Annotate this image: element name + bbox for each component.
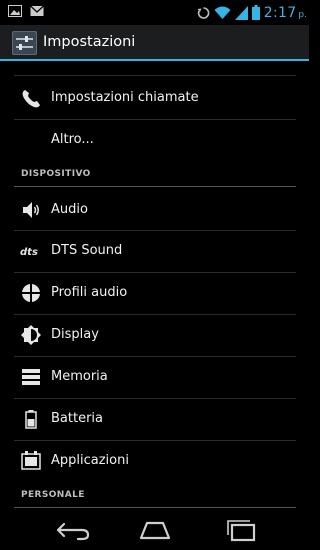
section-header-device: DISPOSITIVO — [21, 169, 91, 179]
divider — [14, 75, 296, 76]
wifi-icon — [214, 6, 231, 19]
list-item-audio-profiles[interactable]: Profili audio — [0, 272, 309, 314]
image-notification-icon — [8, 5, 22, 17]
item-label: Altro... — [51, 132, 94, 147]
storage-icon — [22, 369, 40, 385]
list-item-more[interactable]: Altro... — [0, 119, 309, 161]
brightness-icon — [21, 325, 41, 345]
recent-apps-icon[interactable] — [222, 518, 262, 542]
clock-time: 2:17 — [263, 4, 297, 21]
item-label: Impostazioni chiamate — [51, 90, 199, 105]
list-item-dts-sound[interactable]: dts DTS Sound — [0, 230, 309, 272]
section-divider — [14, 507, 296, 508]
svg-text:dts: dts — [20, 247, 38, 258]
list-item-battery[interactable]: Batteria — [0, 398, 309, 440]
apps-icon — [21, 451, 41, 470]
page-title: Impostazioni — [43, 34, 136, 50]
section-divider — [14, 186, 296, 187]
battery-status-icon — [251, 5, 260, 20]
item-label: Profili audio — [51, 285, 128, 300]
item-label: Memoria — [51, 369, 108, 384]
navigation-bar — [0, 510, 309, 550]
section-header-personal: PERSONALE — [21, 490, 85, 500]
list-item-storage[interactable]: Memoria — [0, 356, 309, 398]
item-label: Batteria — [51, 411, 103, 426]
phone-icon — [22, 90, 40, 108]
audio-profile-icon — [22, 284, 40, 302]
action-bar: Impostazioni — [0, 25, 309, 61]
speaker-icon — [23, 202, 39, 218]
status-bar: 2:17 p. — [0, 0, 309, 25]
item-label: Audio — [51, 202, 88, 217]
list-item-call-settings[interactable]: Impostazioni chiamate — [0, 77, 309, 119]
list-item-audio[interactable]: Audio — [0, 189, 309, 231]
sync-icon — [197, 6, 210, 19]
clock-ampm: p. — [298, 9, 307, 20]
email-notification-icon — [30, 5, 44, 16]
settings-sliders-icon[interactable] — [12, 31, 37, 55]
settings-list[interactable]: Impostazioni chiamate Altro... DISPOSITI… — [0, 63, 309, 510]
list-item-display[interactable]: Display — [0, 314, 309, 356]
back-icon[interactable] — [52, 518, 92, 542]
item-label: Display — [51, 327, 99, 342]
home-icon[interactable] — [135, 518, 175, 542]
item-label: Applicazioni — [51, 453, 129, 468]
dts-icon: dts — [20, 247, 38, 258]
item-label: DTS Sound — [51, 243, 123, 258]
list-item-applications[interactable]: Applicazioni — [0, 440, 309, 482]
battery-icon — [25, 410, 37, 429]
signal-icon — [234, 5, 248, 20]
